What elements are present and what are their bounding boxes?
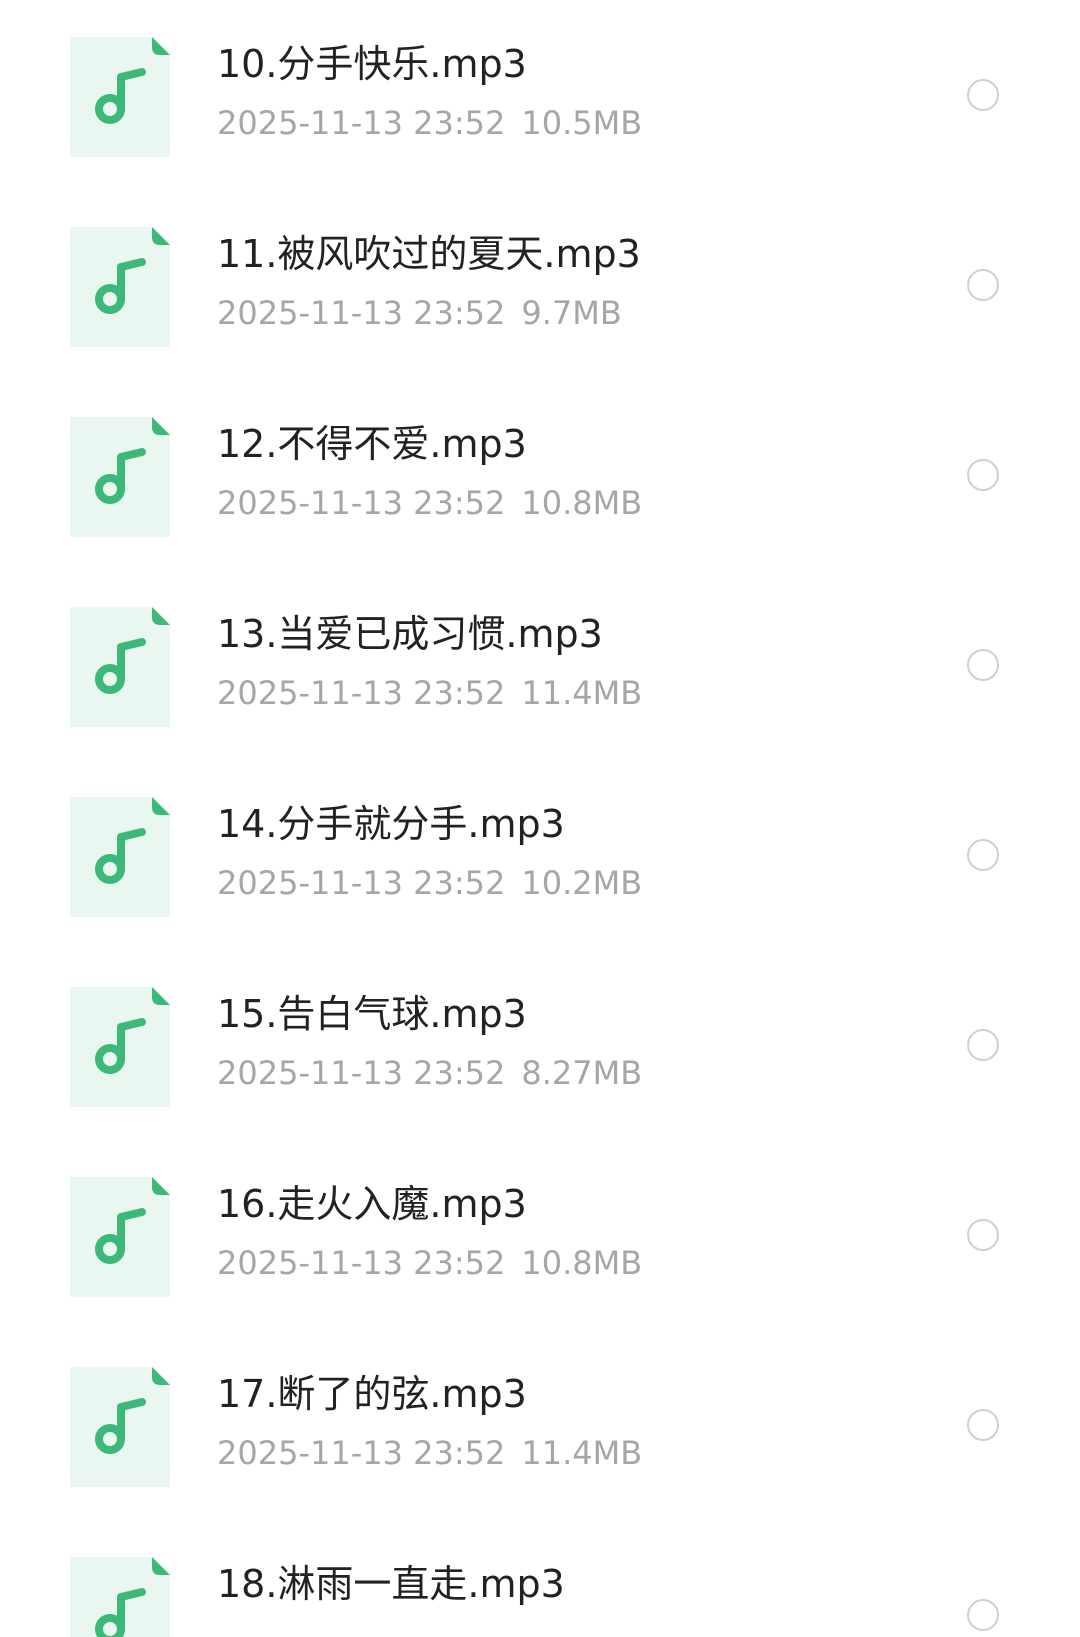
file-row[interactable]: 17.断了的弦.mp3 2025-11-13 23:52 11.4MB	[0, 1330, 1080, 1522]
file-row[interactable]: 15.告白气球.mp3 2025-11-13 23:52 8.27MB	[0, 950, 1080, 1142]
file-meta: 2025-11-13 23:52 10.8MB	[217, 1241, 642, 1285]
music-file-icon	[70, 1557, 170, 1637]
file-row[interactable]: 18.淋雨一直走.mp3	[0, 1520, 1080, 1637]
music-file-icon	[70, 797, 170, 917]
file-meta: 2025-11-13 23:52 10.5MB	[217, 101, 642, 145]
select-radio[interactable]	[967, 79, 999, 111]
file-name: 11.被风吹过的夏天.mp3	[217, 232, 641, 276]
file-datetime: 2025-11-13 23:52	[217, 294, 506, 332]
file-name: 14.分手就分手.mp3	[217, 802, 565, 846]
select-radio[interactable]	[967, 269, 999, 301]
file-size: 10.5MB	[521, 104, 643, 142]
file-name: 10.分手快乐.mp3	[217, 42, 527, 86]
file-datetime: 2025-11-13 23:52	[217, 484, 506, 522]
file-name: 18.淋雨一直走.mp3	[217, 1562, 565, 1606]
file-meta: 2025-11-13 23:52 11.4MB	[217, 671, 642, 715]
file-size: 9.7MB	[521, 294, 622, 332]
select-radio[interactable]	[967, 1599, 999, 1631]
file-size: 11.4MB	[521, 1434, 643, 1472]
music-file-icon	[70, 607, 170, 727]
file-size: 10.8MB	[521, 484, 643, 522]
file-row[interactable]: 11.被风吹过的夏天.mp3 2025-11-13 23:52 9.7MB	[0, 190, 1080, 382]
music-file-icon	[70, 227, 170, 347]
file-name: 17.断了的弦.mp3	[217, 1372, 527, 1416]
music-file-icon	[70, 987, 170, 1107]
select-radio[interactable]	[967, 839, 999, 871]
file-datetime: 2025-11-13 23:52	[217, 674, 506, 712]
file-meta: 2025-11-13 23:52 10.8MB	[217, 481, 642, 525]
select-radio[interactable]	[967, 459, 999, 491]
file-name: 12.不得不爱.mp3	[217, 422, 527, 466]
file-meta: 2025-11-13 23:52 8.27MB	[217, 1051, 642, 1095]
file-datetime: 2025-11-13 23:52	[217, 1054, 506, 1092]
file-datetime: 2025-11-13 23:52	[217, 864, 506, 902]
file-size: 11.4MB	[521, 674, 643, 712]
file-size: 8.27MB	[521, 1054, 643, 1092]
file-meta: 2025-11-13 23:52 10.2MB	[217, 861, 642, 905]
file-name: 13.当爱已成习惯.mp3	[217, 612, 603, 656]
music-file-icon	[70, 37, 170, 157]
music-file-icon	[70, 1367, 170, 1487]
file-name: 16.走火入魔.mp3	[217, 1182, 527, 1226]
select-radio[interactable]	[967, 649, 999, 681]
file-size: 10.8MB	[521, 1244, 643, 1282]
file-size: 10.2MB	[521, 864, 643, 902]
music-file-icon	[70, 417, 170, 537]
file-meta: 2025-11-13 23:52 11.4MB	[217, 1431, 642, 1475]
select-radio[interactable]	[967, 1219, 999, 1251]
file-row[interactable]: 13.当爱已成习惯.mp3 2025-11-13 23:52 11.4MB	[0, 570, 1080, 762]
file-row[interactable]: 14.分手就分手.mp3 2025-11-13 23:52 10.2MB	[0, 760, 1080, 952]
file-datetime: 2025-11-13 23:52	[217, 1244, 506, 1282]
file-row[interactable]: 16.走火入魔.mp3 2025-11-13 23:52 10.8MB	[0, 1140, 1080, 1332]
file-datetime: 2025-11-13 23:52	[217, 1434, 506, 1472]
file-datetime: 2025-11-13 23:52	[217, 104, 506, 142]
music-file-icon	[70, 1177, 170, 1297]
select-radio[interactable]	[967, 1029, 999, 1061]
file-row[interactable]: 10.分手快乐.mp3 2025-11-13 23:52 10.5MB	[0, 0, 1080, 192]
file-row[interactable]: 12.不得不爱.mp3 2025-11-13 23:52 10.8MB	[0, 380, 1080, 572]
file-list: 10.分手快乐.mp3 2025-11-13 23:52 10.5MB 11.被风…	[0, 0, 1080, 1637]
file-meta: 2025-11-13 23:52 9.7MB	[217, 291, 622, 335]
file-name: 15.告白气球.mp3	[217, 992, 527, 1036]
select-radio[interactable]	[967, 1409, 999, 1441]
